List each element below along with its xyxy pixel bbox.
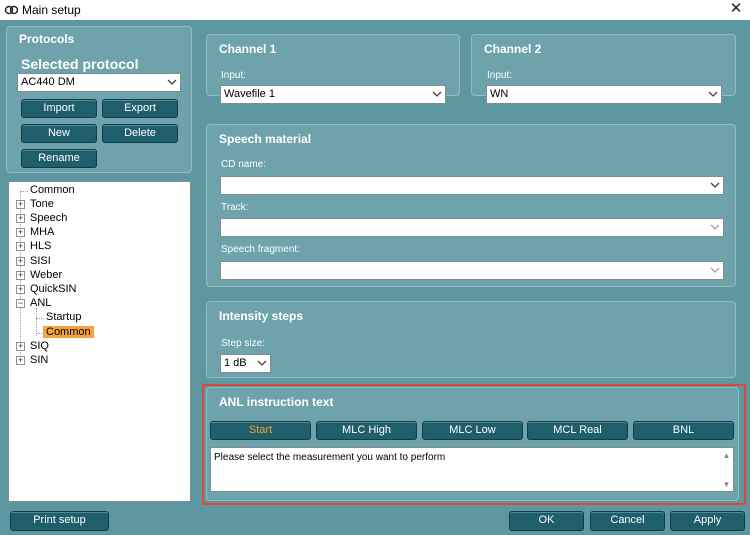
anl-instruction-panel: ANL instruction text Start MLC High MLC …	[206, 387, 739, 501]
export-button[interactable]: Export	[102, 99, 178, 118]
main-window: Protocols Selected protocol AC440 DM Imp…	[0, 20, 750, 535]
title-bar: Main setup ✕	[0, 0, 750, 20]
tab-start[interactable]: Start	[210, 421, 311, 440]
channel1-input-dropdown[interactable]: Wavefile 1	[220, 85, 446, 104]
tree-item-sisi[interactable]: SISI	[30, 255, 51, 267]
expand-icon[interactable]: +	[16, 242, 25, 251]
new-button[interactable]: New	[21, 124, 97, 143]
selected-protocol-value: AC440 DM	[21, 76, 75, 88]
channel2-panel: Channel 2 Input: WN	[471, 34, 736, 104]
tree-item-mha[interactable]: MHA	[30, 226, 54, 238]
channel2-input-dropdown[interactable]: WN	[486, 85, 722, 104]
collapse-icon[interactable]: −	[16, 299, 25, 308]
anl-instruction-title: ANL instruction text	[219, 395, 334, 409]
channel1-panel: Channel 1 Input: Wavefile 1	[206, 34, 460, 104]
expand-icon[interactable]: +	[16, 228, 25, 237]
channel2-title: Channel 2	[484, 42, 542, 56]
expand-icon[interactable]: +	[16, 356, 25, 365]
print-setup-button[interactable]: Print setup	[10, 511, 109, 531]
track-label: Track:	[221, 202, 249, 213]
protocols-panel: Protocols Selected protocol AC440 DM Imp…	[6, 26, 192, 173]
expand-icon[interactable]: +	[16, 285, 25, 294]
tree-item-anl[interactable]: ANL	[30, 297, 51, 309]
close-icon[interactable]: ✕	[728, 0, 744, 18]
tree-item-common[interactable]: Common	[30, 184, 75, 196]
expand-icon[interactable]: +	[16, 271, 25, 280]
chevron-down-icon	[257, 360, 267, 366]
cancel-button[interactable]: Cancel	[590, 511, 665, 531]
speech-material-title: Speech material	[219, 132, 312, 146]
anl-instruction-text: Please select the measurement you want t…	[214, 452, 446, 463]
chevron-down-icon	[708, 91, 718, 97]
track-dropdown[interactable]	[220, 218, 724, 237]
step-size-label: Step size:	[221, 338, 265, 349]
import-button[interactable]: Import	[21, 99, 97, 118]
chevron-down-icon	[167, 79, 177, 85]
tab-bnl[interactable]: BNL	[633, 421, 734, 440]
scroll-up-icon[interactable]: ▲	[722, 451, 731, 460]
speech-fragment-dropdown[interactable]	[220, 261, 724, 280]
window-title: Main setup	[22, 3, 81, 17]
tree-item-sin[interactable]: SIN	[30, 354, 48, 366]
channel1-title: Channel 1	[219, 42, 277, 56]
tree-item-siq[interactable]: SIQ	[30, 340, 49, 352]
step-size-dropdown[interactable]: 1 dB	[220, 354, 271, 373]
scroll-down-icon[interactable]: ▼	[722, 480, 731, 489]
tree-item-hls[interactable]: HLS	[30, 240, 51, 252]
tree-item-anl-common[interactable]: Common	[43, 326, 94, 338]
tab-mcl-real[interactable]: MCL Real	[527, 421, 628, 440]
expand-icon[interactable]: +	[16, 342, 25, 351]
chevron-down-icon	[432, 91, 442, 97]
expand-icon[interactable]: +	[16, 214, 25, 223]
expand-icon[interactable]: +	[16, 200, 25, 209]
tree-item-quicksin[interactable]: QuickSIN	[30, 283, 76, 295]
chevron-down-icon	[710, 224, 720, 230]
selected-protocol-dropdown[interactable]: AC440 DM	[17, 73, 181, 92]
chevron-down-icon	[710, 182, 720, 188]
apply-button[interactable]: Apply	[670, 511, 745, 531]
intensity-steps-title: Intensity steps	[219, 309, 304, 323]
tab-mlc-high[interactable]: MLC High	[316, 421, 417, 440]
cd-name-label: CD name:	[221, 159, 267, 170]
intensity-steps-panel: Intensity steps Step size: 1 dB	[206, 301, 736, 378]
channel2-input-label: Input:	[487, 70, 513, 81]
protocol-tree[interactable]: Common + Tone + Speech + MHA + HLS + SIS…	[8, 181, 191, 502]
protocols-heading: Protocols	[19, 32, 75, 46]
delete-button[interactable]: Delete	[102, 124, 178, 143]
tab-mlc-low[interactable]: MLC Low	[422, 421, 523, 440]
app-icon	[4, 5, 18, 15]
selected-protocol-heading: Selected protocol	[21, 56, 139, 72]
rename-button[interactable]: Rename	[21, 149, 97, 168]
tree-item-speech[interactable]: Speech	[30, 212, 67, 224]
chevron-down-icon	[710, 267, 720, 273]
tree-item-tone[interactable]: Tone	[30, 198, 54, 210]
tree-item-startup[interactable]: Startup	[46, 311, 81, 323]
tree-item-weber[interactable]: Weber	[30, 269, 62, 281]
channel1-input-label: Input:	[221, 70, 247, 81]
expand-icon[interactable]: +	[16, 257, 25, 266]
speech-fragment-label: Speech fragment:	[221, 244, 300, 255]
anl-instruction-textarea[interactable]: Please select the measurement you want t…	[210, 447, 734, 492]
ok-button[interactable]: OK	[509, 511, 584, 531]
speech-material-panel: Speech material CD name: Track: Speech f…	[206, 124, 736, 287]
cd-name-dropdown[interactable]	[220, 176, 724, 195]
